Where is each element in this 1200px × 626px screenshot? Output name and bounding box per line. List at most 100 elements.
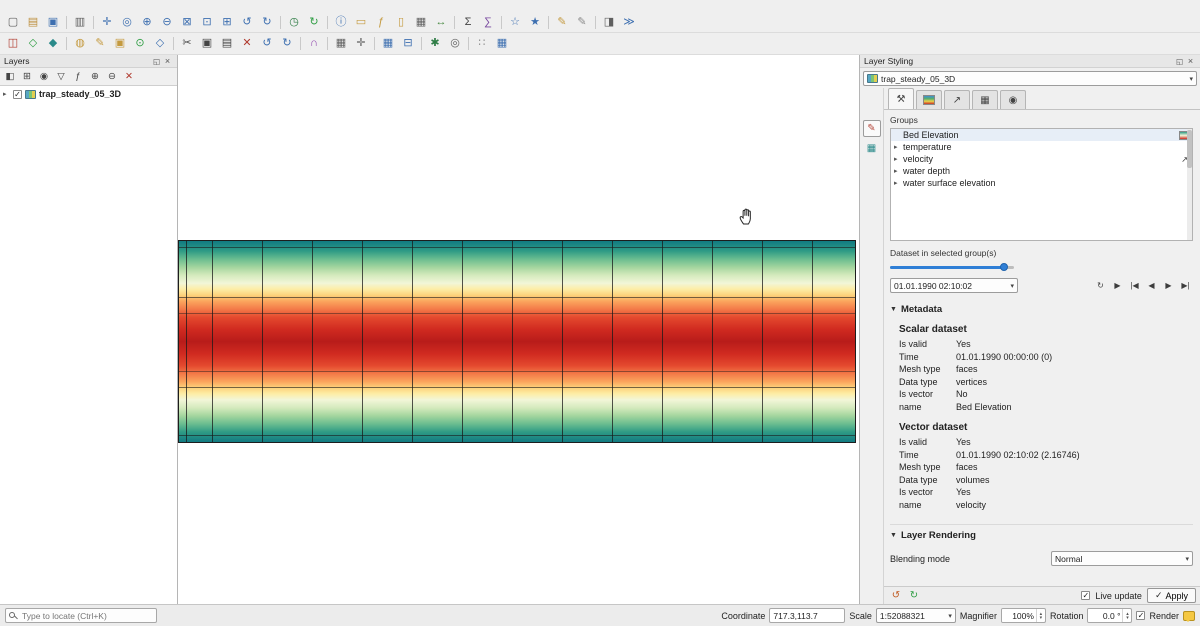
expand-arrow-icon[interactable] bbox=[894, 143, 901, 151]
toolbar-panel-grid-button[interactable]: ▦ bbox=[492, 35, 512, 52]
layers-manage-map-themes-button[interactable]: ◉ bbox=[36, 69, 52, 84]
spinner-arrows-icon[interactable] bbox=[1036, 609, 1045, 622]
styling-tab-mesh-frame[interactable]: ▦ bbox=[972, 90, 998, 109]
toolbar-select-by-expression-button[interactable]: ƒ bbox=[371, 14, 391, 31]
styling-sidetab-symbology-brush[interactable]: ✎ bbox=[863, 120, 881, 137]
layers-collapse-all-button[interactable]: ⊖ bbox=[104, 69, 120, 84]
toolbar-zoom-full-extent-button[interactable]: ⊠ bbox=[177, 14, 197, 31]
layers-open-layer-styling-button[interactable]: ◧ bbox=[2, 69, 18, 84]
group-row-temperature[interactable]: temperature bbox=[891, 141, 1192, 153]
toolbar-statistical-summary-button[interactable]: Σ bbox=[458, 14, 478, 31]
layer-select[interactable]: trap_steady_05_3D bbox=[863, 71, 1197, 86]
groups-scrollbar[interactable] bbox=[1187, 129, 1192, 240]
sync-time-button[interactable]: ↻ bbox=[1093, 279, 1108, 292]
toolbar-new-vector-layer-button[interactable]: ◇ bbox=[23, 35, 43, 52]
live-update-checkbox[interactable] bbox=[1081, 591, 1090, 600]
layer-rendering-header[interactable]: Layer Rendering bbox=[890, 530, 1193, 541]
expand-arrow-icon[interactable] bbox=[3, 90, 10, 98]
toolbar-zoom-out-button[interactable]: ⊖ bbox=[157, 14, 177, 31]
layers-filter-by-expression-button[interactable]: ƒ bbox=[70, 69, 86, 84]
previous-frame-button[interactable]: ◀ bbox=[1144, 279, 1159, 292]
expand-arrow-icon[interactable] bbox=[894, 155, 901, 163]
toolbar-map-tips-button[interactable]: ◨ bbox=[599, 14, 619, 31]
style-undo-button[interactable]: ↺ bbox=[888, 588, 904, 603]
metadata-section-header[interactable]: Metadata bbox=[890, 304, 1193, 315]
styling-sidetab-dataset-info[interactable]: ▦ bbox=[863, 140, 881, 157]
toolbar-zoom-in-button[interactable]: ⊕ bbox=[137, 14, 157, 31]
close-panel-icon[interactable] bbox=[1185, 56, 1196, 66]
toolbar-open-attribute-table-button[interactable]: ▦ bbox=[411, 14, 431, 31]
toolbar-mesh-digitizing-button[interactable]: ⊟ bbox=[398, 35, 418, 52]
group-row-water-surface-elevation[interactable]: water surface elevation bbox=[891, 177, 1192, 189]
toolbar-new-mesh-layer-button[interactable]: ◆ bbox=[43, 35, 63, 52]
time-slider-handle[interactable] bbox=[1000, 263, 1008, 271]
play-button[interactable]: ▶ bbox=[1110, 279, 1125, 292]
toolbar-toggle-editing-button[interactable]: ✎ bbox=[90, 35, 110, 52]
toolbar-plugin-manager-button[interactable]: ✱ bbox=[425, 35, 445, 52]
rotation-value[interactable] bbox=[1088, 609, 1122, 622]
toolbar-identify-features-button[interactable]: ⓘ bbox=[331, 14, 351, 31]
toolbar-delete-selected-button[interactable]: ✕ bbox=[237, 35, 257, 52]
first-frame-button[interactable]: |◀ bbox=[1127, 279, 1142, 292]
toolbar-select-features-button[interactable]: ▭ bbox=[351, 14, 371, 31]
coordinate-input[interactable] bbox=[769, 608, 845, 623]
toolbar-cut-features-button[interactable]: ✂ bbox=[177, 35, 197, 52]
layer-visibility-checkbox[interactable] bbox=[13, 90, 22, 99]
toolbar-layer-diagram-options-button[interactable]: ✎ bbox=[572, 14, 592, 31]
expand-arrow-icon[interactable] bbox=[894, 179, 901, 187]
spinner-arrows-icon[interactable] bbox=[1122, 609, 1131, 622]
blending-mode-select[interactable]: Normal bbox=[1051, 551, 1193, 566]
toolbar-temporal-controller-button[interactable]: ◷ bbox=[284, 14, 304, 31]
styling-tab-color-ramp[interactable] bbox=[916, 90, 942, 109]
toolbar-data-source-manager-button[interactable]: ◫ bbox=[3, 35, 23, 52]
scale-select[interactable]: 1:52088321 bbox=[876, 608, 956, 623]
render-checkbox[interactable] bbox=[1136, 611, 1145, 620]
magnifier-value[interactable] bbox=[1002, 609, 1036, 622]
toolbar-mesh-calculator-button[interactable]: ▦ bbox=[378, 35, 398, 52]
toolbar-save-project-button[interactable]: ▣ bbox=[43, 14, 63, 31]
toolbar-measure-line-button[interactable]: ↔ bbox=[431, 14, 451, 31]
float-panel-icon[interactable] bbox=[151, 56, 162, 66]
next-frame-button[interactable]: ▶ bbox=[1161, 279, 1176, 292]
toolbar-zoom-next-button[interactable]: ↻ bbox=[257, 14, 277, 31]
toolbar-python-console-button[interactable]: ≫ bbox=[619, 14, 639, 31]
toolbar-copy-features-button[interactable]: ▣ bbox=[197, 35, 217, 52]
toolbar-current-edits-button[interactable]: ◍ bbox=[70, 35, 90, 52]
toolbar-raster-calculator-button[interactable]: ▦ bbox=[331, 35, 351, 52]
layer-tree-item[interactable]: trap_steady_05_3D bbox=[0, 86, 177, 101]
toolbar-paste-features-button[interactable]: ▤ bbox=[217, 35, 237, 52]
style-redo-button[interactable]: ↻ bbox=[906, 588, 922, 603]
toolbar-redo-button[interactable]: ↻ bbox=[277, 35, 297, 52]
expand-arrow-icon[interactable] bbox=[894, 167, 901, 175]
toolbar-pan-to-selection-button[interactable]: ◎ bbox=[117, 14, 137, 31]
styling-tab-vector-arrows[interactable]: ↗ bbox=[944, 90, 970, 109]
toolbar-snapping-options-button[interactable]: ∩ bbox=[304, 35, 324, 52]
toolbar-save-layer-edits-button[interactable]: ▣ bbox=[110, 35, 130, 52]
messages-icon[interactable] bbox=[1183, 611, 1195, 621]
toolbar-vertex-tool-button[interactable]: ◇ bbox=[150, 35, 170, 52]
toolbar-show-bookmarks-button[interactable]: ★ bbox=[525, 14, 545, 31]
layers-expand-all-button[interactable]: ⊕ bbox=[87, 69, 103, 84]
apply-button[interactable]: Apply bbox=[1147, 588, 1196, 603]
toolbar-new-project-button[interactable]: ▢ bbox=[3, 14, 23, 31]
toolbar-zoom-to-selection-button[interactable]: ⊡ bbox=[197, 14, 217, 31]
map-canvas[interactable] bbox=[178, 55, 859, 604]
toolbar-deselect-features-button[interactable]: ▯ bbox=[391, 14, 411, 31]
toolbar-undo-button[interactable]: ↺ bbox=[257, 35, 277, 52]
float-panel-icon[interactable] bbox=[1174, 56, 1185, 66]
close-panel-icon[interactable] bbox=[162, 56, 173, 66]
styling-tab-visibility[interactable]: ◉ bbox=[1000, 90, 1026, 109]
rotation-spinbox[interactable] bbox=[1087, 608, 1132, 623]
toolbar-add-feature-button[interactable]: ⊙ bbox=[130, 35, 150, 52]
time-slider[interactable] bbox=[890, 262, 1014, 272]
layers-add-group-button[interactable]: ⊞ bbox=[19, 69, 35, 84]
group-row-bed-elevation[interactable]: Bed Elevation bbox=[891, 129, 1192, 141]
layers-filter-legend-button[interactable]: ▽ bbox=[53, 69, 69, 84]
layers-remove-layer-button[interactable]: ✕ bbox=[121, 69, 137, 84]
toolbar-georeferencer-button[interactable]: ✛ bbox=[351, 35, 371, 52]
toolbar-layout-manager-button[interactable]: ▥ bbox=[70, 14, 90, 31]
styling-tab-symbology[interactable]: ⚒ bbox=[888, 88, 914, 109]
toolbar-field-calculator-button[interactable]: ∑ bbox=[478, 14, 498, 31]
magnifier-spinbox[interactable] bbox=[1001, 608, 1046, 623]
toolbar-grid-options-button[interactable]: ∷ bbox=[472, 35, 492, 52]
